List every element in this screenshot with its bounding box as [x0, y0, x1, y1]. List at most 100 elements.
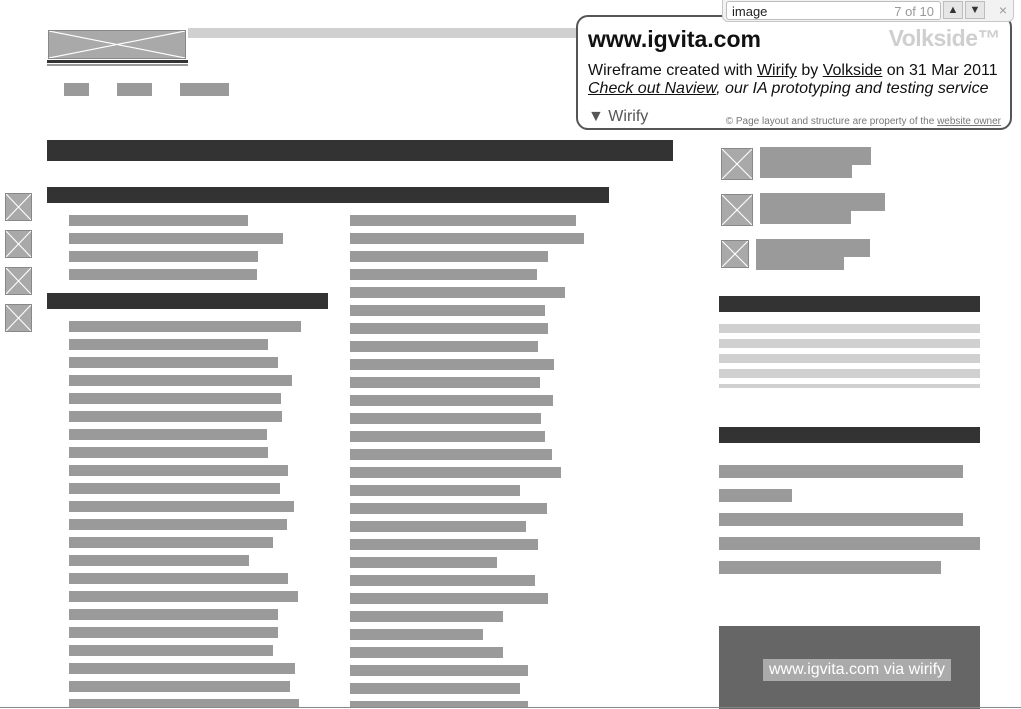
- left-text-line: [69, 375, 292, 386]
- header-top-bar: [188, 28, 578, 38]
- middle-text-line: [350, 287, 565, 298]
- sidebar-thumb-title[interactable]: [760, 147, 871, 165]
- nav-item-3[interactable]: [180, 83, 229, 96]
- left-list-line: [69, 251, 258, 262]
- wirify-footer-box: www.igvita.com via wirify: [719, 626, 980, 709]
- logo-image-placeholder: [48, 30, 186, 59]
- middle-text-line: [350, 575, 535, 586]
- middle-text-line: [350, 467, 561, 478]
- left-text-line: [69, 573, 288, 584]
- volkside-link[interactable]: Volkside: [823, 62, 883, 79]
- logo-underline-light: [47, 64, 188, 66]
- middle-text-line: [350, 269, 537, 280]
- sidebar-light-line: [719, 369, 980, 378]
- nav-item-2[interactable]: [117, 83, 152, 96]
- wirify-footer-tag[interactable]: www.igvita.com via wirify: [763, 659, 952, 681]
- left-text-line: [69, 321, 301, 332]
- sidebar-section-heading-bar: [719, 427, 980, 443]
- find-input[interactable]: image 7 of 10: [726, 1, 941, 20]
- share-icon-1[interactable]: [5, 193, 32, 221]
- find-bar: image 7 of 10 ▲ ▼ ×: [722, 0, 1014, 22]
- middle-text-line: [350, 647, 503, 658]
- copyright-prefix: © Page layout and structure are property…: [725, 116, 938, 127]
- middle-text-line: [350, 413, 541, 424]
- left-text-line: [69, 357, 278, 368]
- left-list-line: [69, 269, 257, 280]
- middle-text-line: [350, 323, 548, 334]
- left-text-line: [69, 519, 287, 530]
- find-query: image: [732, 4, 768, 19]
- wirify-toggle[interactable]: ▼ Wirify: [588, 108, 648, 126]
- article-title-bar[interactable]: [47, 187, 609, 203]
- site-title: www.igvita.com: [588, 26, 761, 52]
- left-list-line: [69, 233, 283, 244]
- middle-text-line: [350, 215, 576, 226]
- sidebar-section-heading-bar: [719, 296, 980, 312]
- left-list-line: [69, 215, 248, 226]
- sidebar-thumb-subtitle: [760, 165, 852, 178]
- credit-prefix: Wireframe created with: [588, 62, 757, 79]
- middle-text-line: [350, 359, 554, 370]
- left-text-line: [69, 429, 267, 440]
- left-text-line: [69, 645, 273, 656]
- middle-text-line: [350, 503, 547, 514]
- middle-text-line: [350, 251, 548, 262]
- middle-text-line: [350, 449, 552, 460]
- sidebar-thumbnail-3[interactable]: [721, 240, 749, 268]
- left-text-line: [69, 609, 278, 620]
- find-previous-button[interactable]: ▲: [943, 1, 963, 19]
- nav-item-1[interactable]: [64, 83, 89, 96]
- website-owner-link[interactable]: website owner: [937, 116, 1001, 127]
- naview-link[interactable]: Check out Naview: [588, 80, 716, 97]
- promo-rest: , our IA prototyping and testing service: [716, 80, 989, 97]
- sidebar-link-line[interactable]: [719, 513, 963, 526]
- middle-text-line: [350, 521, 526, 532]
- sidebar-thumb-title[interactable]: [756, 239, 870, 257]
- sidebar-thumbnail-2[interactable]: [721, 194, 753, 226]
- middle-text-line: [350, 629, 483, 640]
- main-heading-bar: [47, 140, 673, 161]
- middle-text-line: [350, 485, 520, 496]
- sidebar-link-line[interactable]: [719, 489, 792, 502]
- sidebar-link-line[interactable]: [719, 465, 963, 478]
- sidebar-thumb-title[interactable]: [760, 193, 885, 211]
- middle-text-line: [350, 593, 548, 604]
- left-text-line: [69, 555, 249, 566]
- sidebar-link-line[interactable]: [719, 537, 980, 550]
- credit-line: Wireframe created with Wirify by Volksid…: [588, 62, 998, 80]
- left-text-line: [69, 591, 298, 602]
- left-text-line: [69, 627, 278, 638]
- sidebar-thumb-subtitle: [756, 257, 844, 270]
- wirify-info-panel: www.igvita.com Volkside™ Wireframe creat…: [576, 15, 1012, 130]
- middle-text-line: [350, 233, 584, 244]
- find-next-button[interactable]: ▼: [965, 1, 985, 19]
- find-close-icon[interactable]: ×: [999, 2, 1007, 18]
- middle-text-line: [350, 377, 540, 388]
- copyright-line: © Page layout and structure are property…: [726, 116, 1001, 127]
- sidebar-light-line: [719, 324, 980, 333]
- left-text-line: [69, 663, 295, 674]
- sidebar-link-line[interactable]: [719, 561, 941, 574]
- left-text-line: [69, 483, 280, 494]
- left-text-line: [69, 411, 282, 422]
- sidebar-light-line: [719, 339, 980, 348]
- bottom-rule: [0, 707, 1021, 708]
- wirify-link[interactable]: Wirify: [757, 62, 797, 79]
- left-text-line: [69, 339, 268, 350]
- credit-by: by: [796, 62, 823, 79]
- share-icon-4[interactable]: [5, 304, 32, 332]
- find-match-count: 7 of 10: [894, 4, 934, 19]
- middle-text-line: [350, 683, 520, 694]
- volkside-logo[interactable]: Volkside™: [889, 25, 1001, 52]
- sidebar-thumbnail-1[interactable]: [721, 148, 753, 180]
- middle-text-line: [350, 395, 553, 406]
- share-icon-2[interactable]: [5, 230, 32, 258]
- middle-text-line: [350, 431, 545, 442]
- share-icon-3[interactable]: [5, 267, 32, 295]
- sidebar-thumb-subtitle: [760, 211, 851, 224]
- credit-date: on 31 Mar 2011: [882, 62, 998, 79]
- left-text-line: [69, 393, 281, 404]
- middle-text-line: [350, 557, 497, 568]
- promo-line: Check out Naview, our IA prototyping and…: [588, 80, 989, 98]
- left-text-line: [69, 537, 273, 548]
